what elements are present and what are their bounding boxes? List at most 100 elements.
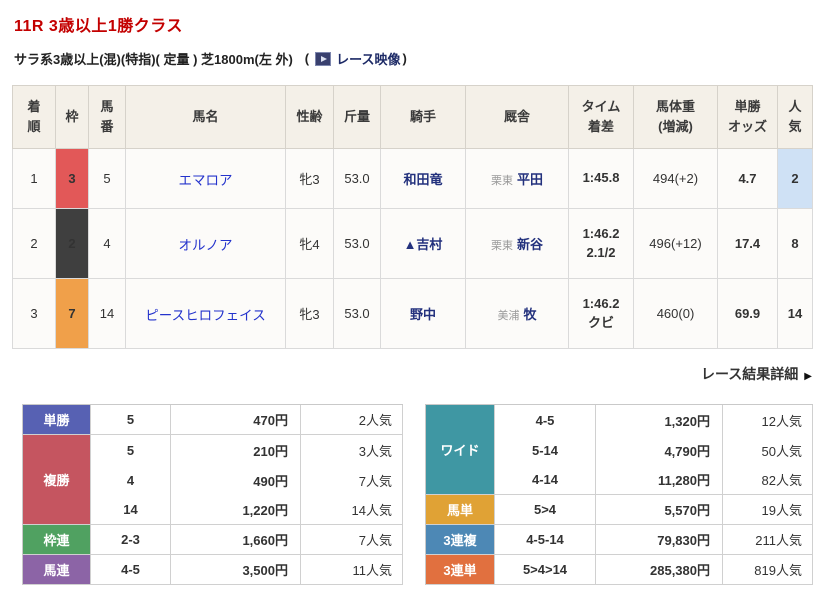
finish-pos: 3 bbox=[12, 278, 56, 349]
payout-row-trio: 3連複 4-5-14 79,830円 211人気 bbox=[426, 525, 813, 555]
video-close-paren: ) bbox=[402, 51, 407, 66]
result-row-1: 1 3 5 エマロア 牝3 53.0 和田竜 栗東 平田 1:45.8 494(+… bbox=[12, 148, 813, 209]
sex-age: 牝3 bbox=[285, 148, 334, 209]
race-results-table: 着 順 枠 馬 番 馬名 性齢 斤量 騎手 厩舎 タイム 着差 馬体重 (増減)… bbox=[12, 85, 813, 349]
payout-amount: 285,380円 bbox=[596, 555, 723, 585]
payout-favorite: 7人気 bbox=[301, 525, 403, 555]
training-center: 栗東 bbox=[490, 175, 513, 187]
horse-name-link[interactable]: オルノア bbox=[179, 238, 233, 253]
payout-row-exacta: 馬単 5>4 5,570円 19人気 bbox=[426, 495, 813, 525]
col-header-favorite: 人 気 bbox=[777, 85, 813, 149]
win-odds: 4.7 bbox=[717, 148, 778, 209]
jockey-link[interactable]: 和田竜 bbox=[403, 172, 442, 187]
payout-amount: 490円 bbox=[171, 465, 301, 495]
favorite-rank: 14 bbox=[777, 278, 813, 349]
training-center: 美浦 bbox=[497, 310, 520, 322]
payout-amount: 210円 bbox=[171, 435, 301, 465]
training-center: 栗東 bbox=[490, 240, 513, 252]
payout-amount: 1,220円 bbox=[171, 495, 301, 525]
finish-pos: 2 bbox=[12, 208, 56, 279]
payout-type-trifecta: 3連単 bbox=[426, 555, 495, 585]
payout-amount: 1,320円 bbox=[596, 405, 723, 435]
horse-number: 4 bbox=[88, 208, 126, 279]
payout-row-win: 単勝 5 470円 2人気 bbox=[23, 405, 403, 435]
payout-row-quinella: 馬連 4-5 3,500円 11人気 bbox=[23, 555, 403, 585]
result-row-3: 3 7 14 ピースヒロフェイス 牝3 53.0 野中 美浦牧 1:46.2 クビ… bbox=[12, 278, 813, 349]
body-weight: 494(+2) bbox=[633, 148, 718, 209]
payout-favorite: 11人気 bbox=[301, 555, 403, 585]
payout-combo: 5-14 bbox=[495, 435, 596, 465]
horse-number: 14 bbox=[88, 278, 126, 349]
payout-table-right: ワイド 4-5 1,320円 12人気 5-14 4,790円 50人気 4-1… bbox=[425, 404, 813, 585]
payout-combo: 4 bbox=[91, 465, 171, 495]
col-header-finish-pos: 着 順 bbox=[12, 85, 56, 149]
sex-age: 牝4 bbox=[285, 208, 334, 279]
margin: クビ bbox=[587, 314, 614, 330]
payout-favorite: 819人気 bbox=[723, 555, 813, 585]
payout-combo: 4-14 bbox=[495, 465, 596, 495]
payout-amount: 1,660円 bbox=[171, 525, 301, 555]
jockey-link[interactable]: 野中 bbox=[410, 307, 436, 322]
payout-favorite: 14人気 bbox=[301, 495, 403, 525]
payout-type-quinella: 馬連 bbox=[23, 555, 91, 585]
payout-combo: 4-5 bbox=[91, 555, 171, 585]
payout-combo: 2-3 bbox=[91, 525, 171, 555]
payout-type-trio: 3連複 bbox=[426, 525, 495, 555]
col-header-body-weight: 馬体重 (増減) bbox=[633, 85, 718, 149]
col-header-horse-name: 馬名 bbox=[125, 85, 286, 149]
payout-amount: 5,570円 bbox=[596, 495, 723, 525]
col-header-weight-carried: 斤量 bbox=[333, 85, 381, 149]
payout-favorite: 50人気 bbox=[723, 435, 813, 465]
payout-favorite: 211人気 bbox=[723, 525, 813, 555]
sex-age: 牝3 bbox=[285, 278, 334, 349]
details-link-row: レース結果詳細 ▶ bbox=[12, 364, 812, 384]
body-weight: 460(0) bbox=[633, 278, 718, 349]
finish-pos: 1 bbox=[12, 148, 56, 209]
payout-combo: 5 bbox=[91, 435, 171, 465]
col-header-jockey: 騎手 bbox=[380, 85, 466, 149]
payout-favorite: 7人気 bbox=[301, 465, 403, 495]
payout-favorite: 2人気 bbox=[301, 405, 403, 435]
horse-name-link[interactable]: ピースヒロフェイス bbox=[145, 308, 265, 323]
trainer-link[interactable]: 平田 bbox=[517, 172, 543, 187]
payout-amount: 4,790円 bbox=[596, 435, 723, 465]
payout-amount: 79,830円 bbox=[596, 525, 723, 555]
payout-combo: 5 bbox=[91, 405, 171, 435]
finish-time: 1:46.2 bbox=[582, 295, 620, 311]
payout-row-place: 複勝 5 210円 3人気 bbox=[23, 435, 403, 525]
payout-combo: 5>4 bbox=[495, 495, 596, 525]
col-header-horse-num: 馬 番 bbox=[88, 85, 126, 149]
payout-amount: 11,280円 bbox=[596, 465, 723, 495]
result-row-2: 2 2 4 オルノア 牝4 53.0 ▲吉村 栗東 新谷 1:46.2 2.1/2 … bbox=[12, 208, 813, 279]
arrow-right-icon: ▶ bbox=[804, 371, 812, 382]
horse-number: 5 bbox=[88, 148, 126, 209]
payout-table-left: 単勝 5 470円 2人気 複勝 5 210円 3人気 4 490円 7人気 1… bbox=[22, 404, 403, 585]
race-conditions-text: サラ系3歳以上(混)(特指)( 定量 ) 芝1800m(左 外) bbox=[14, 52, 293, 67]
bracket-number: 2 bbox=[55, 208, 89, 279]
payout-favorite: 82人気 bbox=[723, 465, 813, 495]
win-odds: 17.4 bbox=[717, 208, 778, 279]
race-result-page: 11R 3歳以上1勝クラス サラ系3歳以上(混)(特指)( 定量 ) 芝1800… bbox=[0, 0, 833, 593]
favorite-rank: 2 bbox=[777, 148, 813, 209]
trainer-link[interactable]: 牧 bbox=[523, 307, 536, 322]
payout-type-place: 複勝 bbox=[23, 435, 91, 525]
video-open-paren: ( bbox=[304, 51, 310, 66]
horse-name-link[interactable]: エマロア bbox=[179, 173, 233, 188]
body-weight: 496(+12) bbox=[633, 208, 718, 279]
win-odds: 69.9 bbox=[717, 278, 778, 349]
finish-time: 1:45.8 bbox=[582, 170, 620, 186]
payout-combo: 4-5-14 bbox=[495, 525, 596, 555]
payout-favorite: 19人気 bbox=[723, 495, 813, 525]
race-result-details-link[interactable]: レース結果詳細 ▶ bbox=[701, 366, 812, 382]
payout-favorite: 3人気 bbox=[301, 435, 403, 465]
payout-type-exacta: 馬単 bbox=[426, 495, 495, 525]
payout-combo: 14 bbox=[91, 495, 171, 525]
trainer-link[interactable]: 新谷 bbox=[517, 237, 543, 252]
payout-row-bracket-quinella: 枠連 2-3 1,660円 7人気 bbox=[23, 525, 403, 555]
race-video-link[interactable]: レース映像 bbox=[336, 49, 400, 68]
race-conditions: サラ系3歳以上(混)(特指)( 定量 ) 芝1800m(左 外) ( レース映像… bbox=[14, 49, 821, 68]
payout-type-bracket-quinella: 枠連 bbox=[23, 525, 91, 555]
video-play-icon[interactable] bbox=[315, 51, 332, 66]
payout-row-wide: ワイド 4-5 1,320円 12人気 bbox=[426, 405, 813, 495]
jockey-link[interactable]: ▲吉村 bbox=[404, 237, 443, 252]
